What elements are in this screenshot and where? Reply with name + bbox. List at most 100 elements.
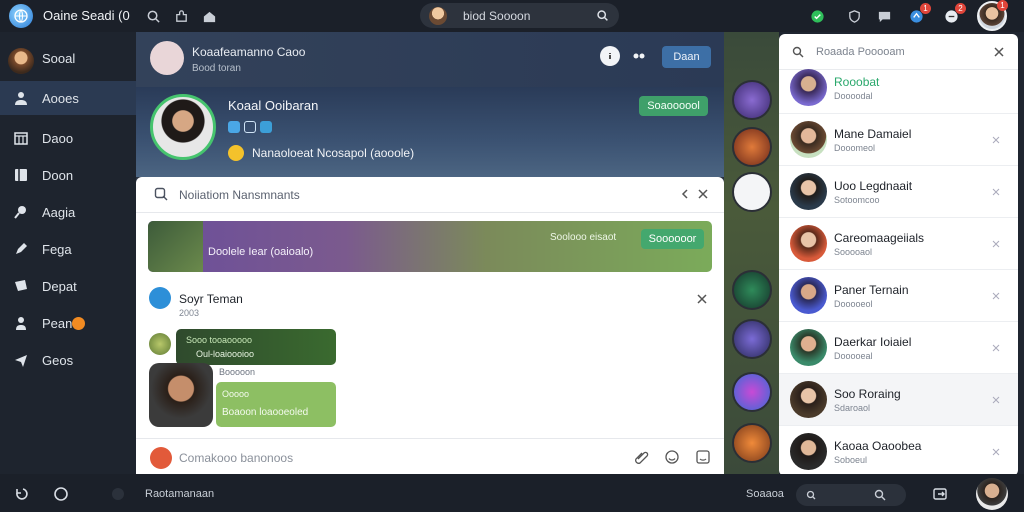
emoji-icon[interactable] <box>664 449 680 465</box>
contact-item[interactable]: Daerkar Ioiaiel Dooooeal <box>779 322 1018 374</box>
sidebar-item-depat[interactable]: Depat <box>0 269 136 303</box>
share-button[interactable] <box>629 46 649 66</box>
search-icon[interactable] <box>144 7 162 25</box>
promo-banner[interactable]: Doolele Iear (oaioalo) Soolooo eisaot So… <box>148 221 712 272</box>
sidebar-item-doon[interactable]: Doon <box>0 158 136 192</box>
message-bubble[interactable]: Ooooo Boaoon loaooeoled <box>216 382 336 427</box>
strip-avatar[interactable] <box>732 80 772 120</box>
dot-icon[interactable] <box>110 486 126 502</box>
sidebar-item-aooes[interactable]: Aooes <box>0 81 136 115</box>
pin-icon[interactable] <box>991 239 1001 249</box>
contact-name: Uoo Legdnaait <box>834 179 913 193</box>
strip-avatar[interactable] <box>732 172 772 212</box>
sidebar-item-sooal[interactable]: Sooal <box>0 41 136 75</box>
status-online-icon[interactable] <box>808 7 826 25</box>
contact-item[interactable]: Rooobat Doooodal <box>779 62 1018 114</box>
building-icon <box>13 130 29 146</box>
contact-status: Sotoomcoo <box>834 195 880 205</box>
pin-icon[interactable] <box>991 395 1001 405</box>
chat-bubble-icon[interactable] <box>875 7 893 25</box>
house-icon[interactable] <box>200 7 218 25</box>
close-icon[interactable] <box>697 188 709 200</box>
contact-item[interactable]: Paner Ternain Dooooeol <box>779 270 1018 322</box>
pin-icon[interactable] <box>991 447 1001 457</box>
contact-status: Dooooeal <box>834 351 873 361</box>
puzzle-icon[interactable] <box>172 7 190 25</box>
user-icon <box>13 90 29 106</box>
pin-icon[interactable] <box>991 291 1001 301</box>
pin-icon[interactable] <box>991 135 1001 145</box>
hero-status: Nanaoloeat Ncosapol (aooole) <box>228 145 414 161</box>
close-icon[interactable] <box>696 293 708 305</box>
avatar-strip <box>724 32 779 474</box>
sidebar-item-aagia[interactable]: Aagia <box>0 195 136 229</box>
contact-status: Sooooaol <box>834 247 873 257</box>
app-logo[interactable] <box>9 4 33 28</box>
contact-status: Doooodal <box>834 91 873 101</box>
contact-avatar <box>790 329 827 366</box>
message-bubble[interactable]: Sooo tooaooooo Oul-loaioooioo <box>176 329 336 365</box>
contact-avatar <box>790 173 827 210</box>
share-icon <box>633 53 645 59</box>
strip-avatar[interactable] <box>732 127 772 167</box>
sidebar-item-label: Depat <box>42 278 77 294</box>
bottom-search[interactable] <box>796 484 906 506</box>
contact-item[interactable]: Kaoaa Oaoobea Soboeul <box>779 426 1018 478</box>
home-icon[interactable] <box>53 486 69 502</box>
follow-button[interactable]: Soaoooool <box>639 96 708 116</box>
sidebar-item-daoo[interactable]: Daoo <box>0 121 136 155</box>
contact-item[interactable]: Soo Roraing Sdaroaol <box>779 374 1018 426</box>
sidebar: Sooal Aooes Daoo Doon Aagia Fega Depat P… <box>0 32 136 474</box>
strip-avatar[interactable] <box>732 270 772 310</box>
chat-title: Soyr Teman <box>179 292 243 306</box>
close-icon[interactable] <box>993 46 1005 58</box>
sidebar-item-geos[interactable]: Geos <box>0 343 136 377</box>
banner-button[interactable]: Soooooor <box>641 229 704 249</box>
sender-avatar[interactable] <box>149 363 213 427</box>
alerts-icon[interactable]: 2 <box>942 3 966 25</box>
sender-avatar[interactable] <box>149 333 171 355</box>
person-icon <box>13 315 29 331</box>
strip-avatar[interactable] <box>732 423 772 463</box>
message-composer[interactable]: Comakooo banonoos <box>136 438 724 474</box>
pin-icon[interactable] <box>991 187 1001 197</box>
bottom-label: Raotamanaan <box>145 488 215 500</box>
chevron-left-icon[interactable] <box>679 188 691 200</box>
contact-item[interactable]: Mane Damaiel Dooomeol <box>779 114 1018 166</box>
global-search[interactable]: biod Soooon <box>420 3 619 28</box>
message-text: Ooooo <box>222 389 250 399</box>
panel-header: Noiiatiom Nansmnants <box>136 177 724 213</box>
contact-status: Dooomeol <box>834 143 876 153</box>
contact-item[interactable]: Uoo Legdnaait Sotoomcoo <box>779 166 1018 218</box>
notification-blue-icon[interactable]: 1 <box>907 3 931 25</box>
sidebar-item-pean[interactable]: Pean <box>0 306 136 340</box>
profile-avatar[interactable] <box>150 41 184 75</box>
composer-placeholder[interactable]: Comakooo banonoos <box>179 451 293 465</box>
info-button[interactable] <box>600 46 620 66</box>
hero-avatar[interactable] <box>150 94 216 160</box>
search-icon <box>874 489 886 501</box>
search-icon[interactable] <box>596 9 609 22</box>
profile-action-button[interactable]: Daan <box>662 46 711 68</box>
contact-item[interactable]: Careomaageiials Sooooaol <box>779 218 1018 270</box>
search-icon <box>792 46 804 58</box>
app-title: Oaine Seadi (0 <box>43 8 130 23</box>
back-icon[interactable] <box>13 486 29 502</box>
panel-title: Noiiatiom Nansmnants <box>179 188 300 202</box>
strip-avatar[interactable] <box>732 319 772 359</box>
user-avatar[interactable] <box>976 478 1008 510</box>
add-attachment-button[interactable] <box>150 447 172 469</box>
notification-panel: Noiiatiom Nansmnants Doolele Iear (oaioa… <box>136 177 724 474</box>
contacts-search-placeholder[interactable]: Roaada Pooooam <box>816 46 905 58</box>
search-query[interactable]: biod Soooon <box>463 9 530 23</box>
shield-icon[interactable] <box>845 7 863 25</box>
info-icon <box>609 53 611 59</box>
attach-icon[interactable] <box>634 449 650 465</box>
user-avatar[interactable]: 1 <box>977 0 1008 31</box>
exit-icon[interactable] <box>932 486 948 502</box>
pin-icon[interactable] <box>991 343 1001 353</box>
sidebar-item-fega[interactable]: Fega <box>0 232 136 266</box>
sticker-icon[interactable] <box>695 449 711 465</box>
search-icon[interactable] <box>154 187 168 201</box>
strip-avatar[interactable] <box>732 372 772 412</box>
